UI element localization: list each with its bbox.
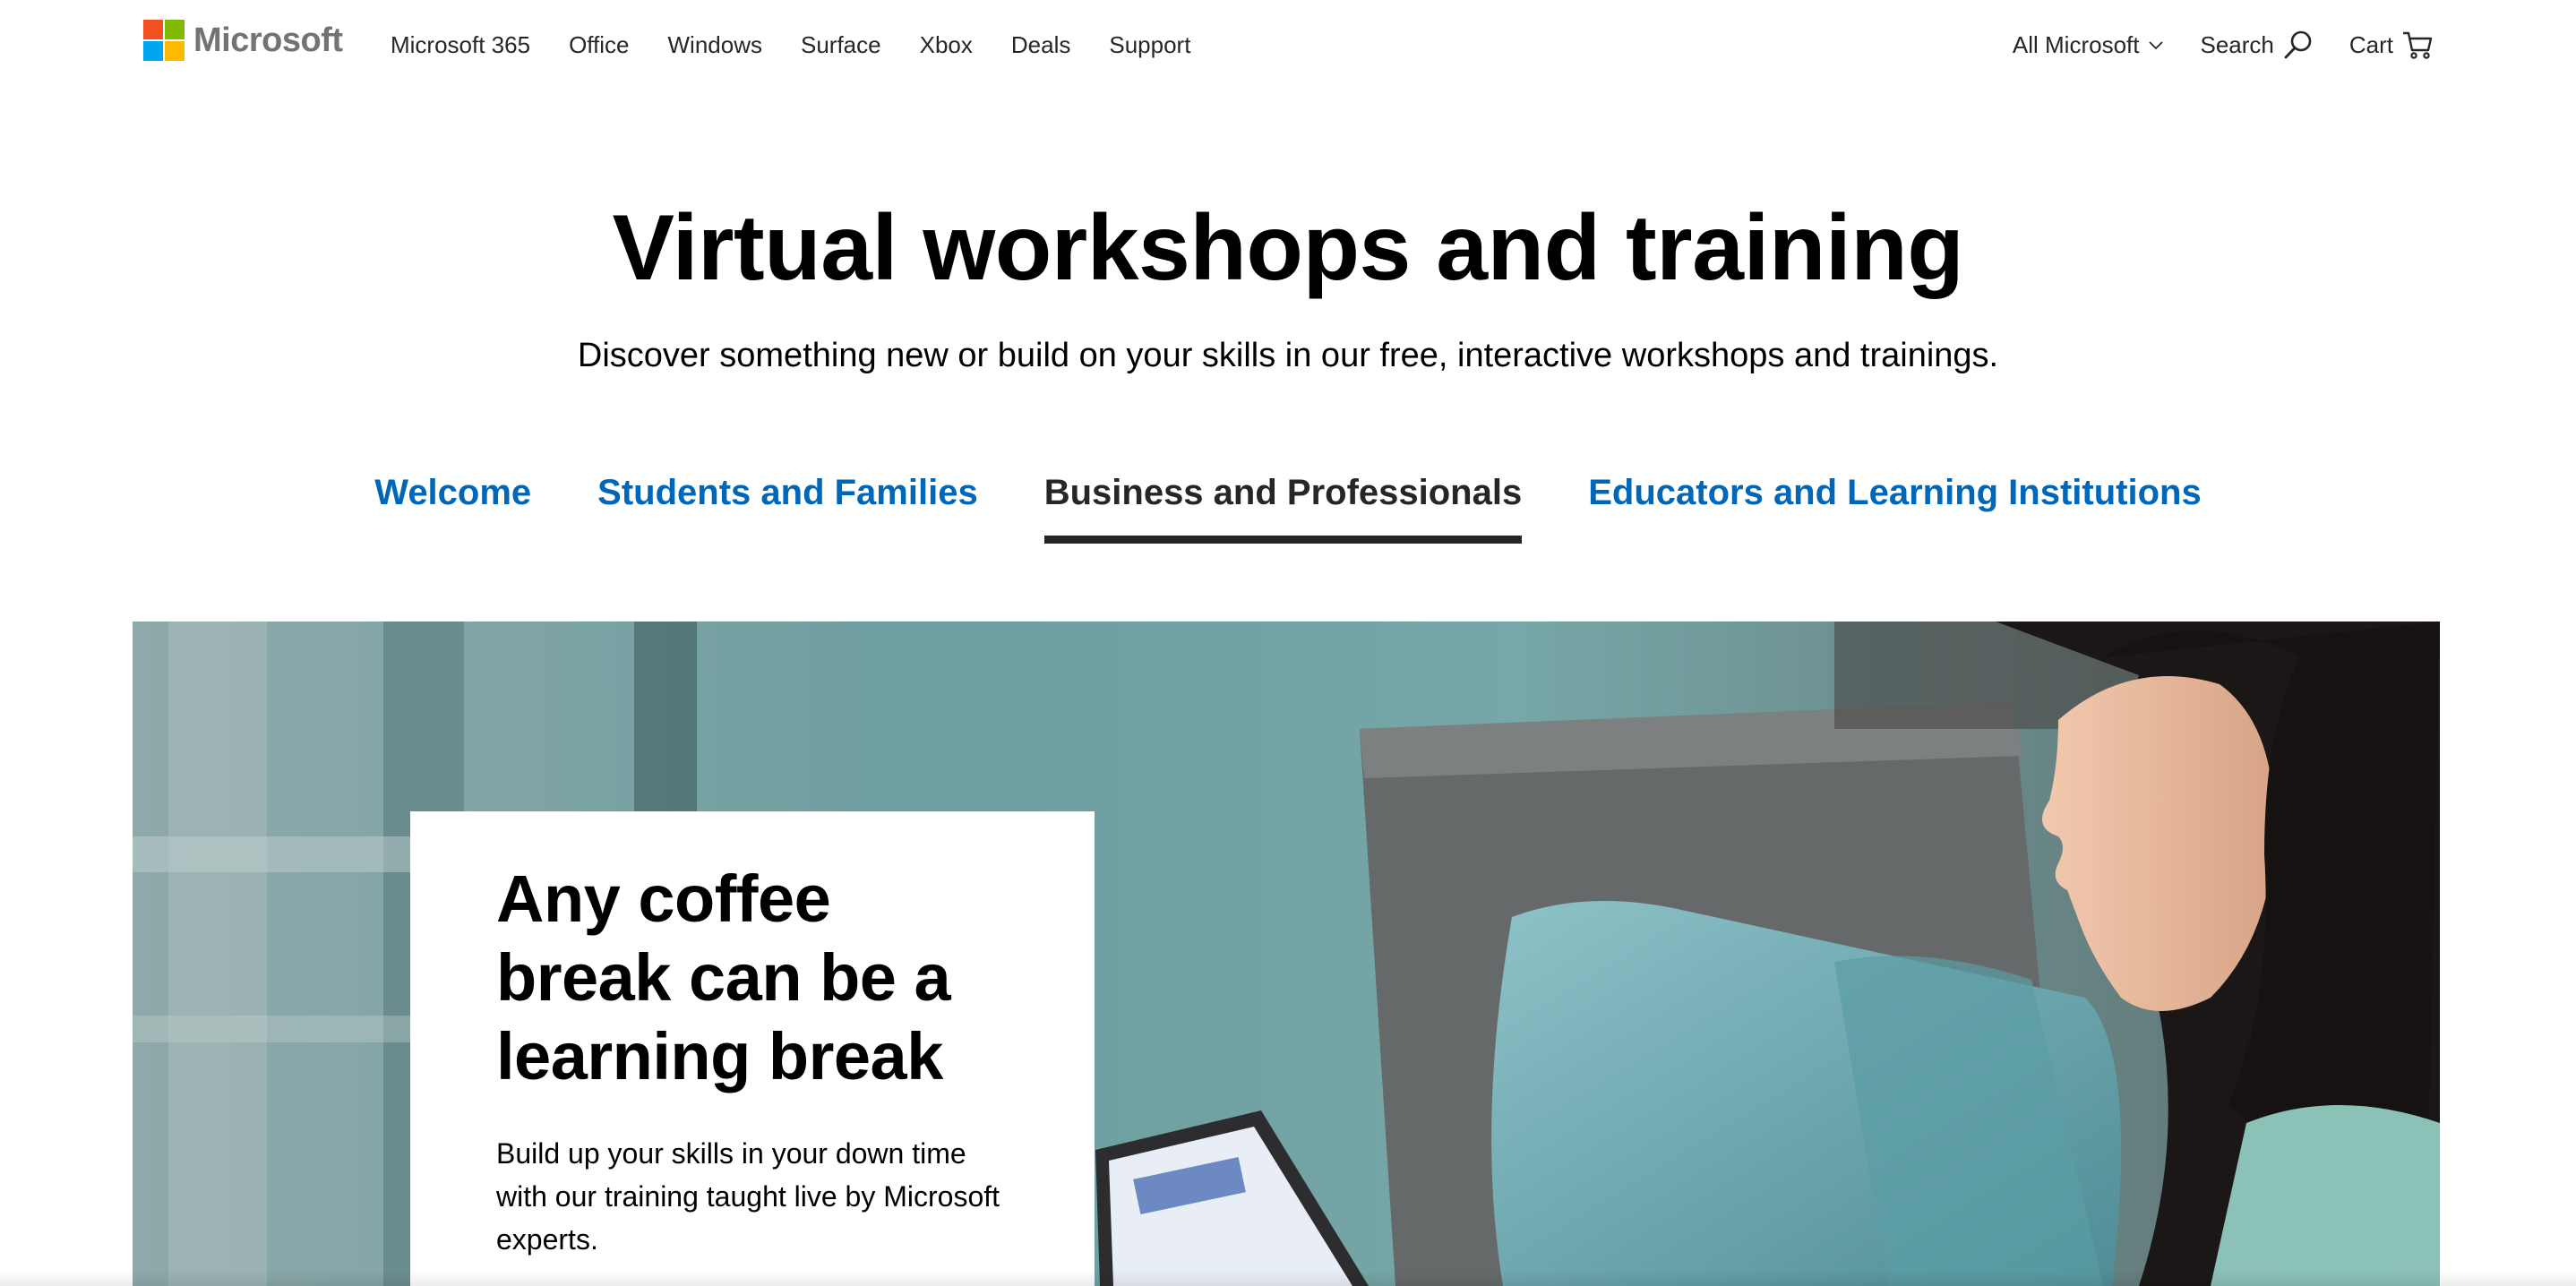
microsoft-logo-icon xyxy=(143,20,185,61)
audience-tabs: Welcome Students and Families Business a… xyxy=(0,466,2576,544)
nav-support[interactable]: Support xyxy=(1109,31,1190,59)
promo-card-title: Any coffee break can be a learning break xyxy=(496,862,951,1093)
tab-welcome[interactable]: Welcome xyxy=(374,466,531,544)
header-actions: All Microsoft Search Cart xyxy=(2013,25,2433,64)
cart-label: Cart xyxy=(2348,30,2393,58)
search-label: Search xyxy=(2200,30,2274,58)
nav-xbox[interactable]: Xbox xyxy=(920,31,973,59)
page-title: Virtual workshops and training xyxy=(612,196,1964,300)
tab-business-and-professionals[interactable]: Business and Professionals xyxy=(1043,466,1523,544)
logo-text: Microsoft xyxy=(193,21,343,59)
tab-educators-and-learning-institutions[interactable]: Educators and Learning Institutions xyxy=(1588,466,2202,544)
promo-card-body: Build up your skills in your down time w… xyxy=(496,1137,1000,1256)
search-icon xyxy=(2283,30,2314,60)
all-microsoft-menu[interactable]: All Microsoft xyxy=(2013,31,2165,59)
promo-card: Any coffee break can be a learning break… xyxy=(410,811,1095,1286)
cart-button[interactable]: Cart xyxy=(2349,30,2433,59)
cart-icon xyxy=(2402,30,2433,59)
main-nav: Microsoft 365 Office Windows Surface Xbo… xyxy=(391,25,1229,64)
all-microsoft-label: All Microsoft xyxy=(2012,30,2140,58)
tab-students-and-families[interactable]: Students and Families xyxy=(597,466,978,544)
page-fold-shadow xyxy=(0,1270,2576,1286)
nav-office[interactable]: Office xyxy=(569,31,629,59)
microsoft-logo[interactable]: Microsoft xyxy=(143,20,343,61)
site-header: Microsoft Microsoft 365 Office Windows S… xyxy=(0,0,2576,90)
page-subtitle: Discover something new or build on your … xyxy=(577,337,1999,374)
chevron-down-icon xyxy=(2148,37,2164,53)
nav-surface[interactable]: Surface xyxy=(801,31,881,59)
nav-windows[interactable]: Windows xyxy=(668,31,762,59)
search-button[interactable]: Search xyxy=(2200,30,2313,60)
nav-microsoft-365[interactable]: Microsoft 365 xyxy=(391,31,530,59)
nav-deals[interactable]: Deals xyxy=(1011,31,1070,59)
